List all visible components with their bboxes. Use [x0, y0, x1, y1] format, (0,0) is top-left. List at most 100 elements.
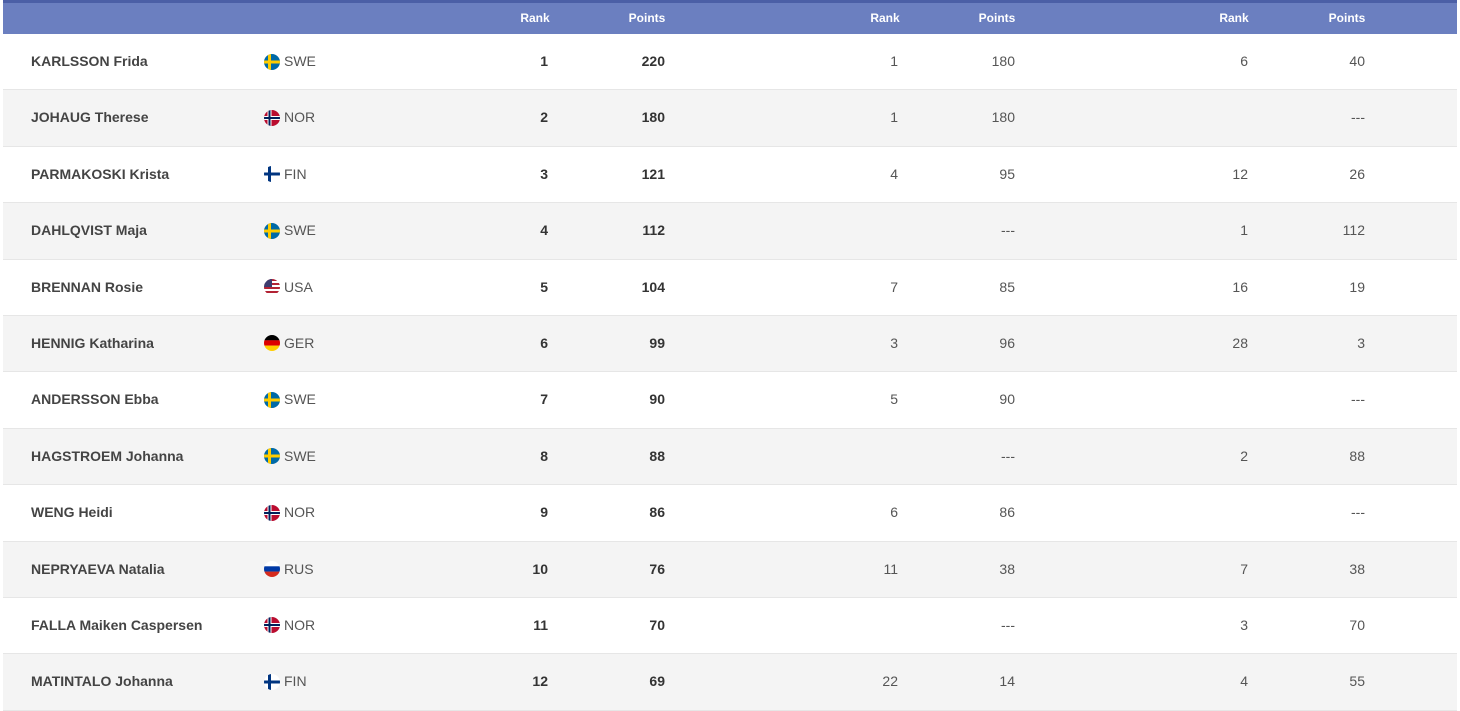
nation-code: RUS — [284, 560, 314, 577]
athlete-name[interactable]: FALLA Maiken Caspersen — [31, 598, 202, 653]
event2-rank: 28 — [1232, 334, 1248, 351]
athlete-name[interactable]: HENNIG Katharina — [31, 316, 154, 371]
table-row[interactable]: NEPRYAEVA Natalia RUS 10 76 11 38 7 38 — [3, 541, 1457, 598]
event1-rank: 1 — [890, 109, 898, 126]
event1-points: 90 — [999, 391, 1015, 408]
event2-rank: 1 — [1240, 222, 1248, 239]
event1-points: --- — [1001, 616, 1015, 633]
nation-code: SWE — [284, 447, 316, 464]
nation-code: NOR — [284, 616, 316, 633]
total-points: 220 — [641, 53, 665, 69]
event2-points: 19 — [1349, 278, 1365, 295]
flag-icon-nor — [264, 504, 280, 521]
nation-code: SWE — [284, 391, 316, 408]
event2-points: 40 — [1349, 53, 1365, 69]
total-points: 104 — [641, 278, 665, 295]
event1-rank: 7 — [890, 278, 898, 295]
event1-rank: 4 — [890, 165, 898, 182]
athlete-name[interactable]: ANDERSSON Ebba — [31, 372, 159, 427]
table-row[interactable]: MATINTALO Johanna FIN 12 69 22 14 4 55 — [3, 654, 1457, 711]
athlete-name[interactable]: PARMAKOSKI Krista — [31, 147, 169, 202]
standings-table: Rank Points Rank Points Rank Points KARL… — [3, 0, 1457, 711]
event2-points: --- — [1351, 109, 1365, 126]
athlete-name[interactable]: MATINTALO Johanna — [31, 654, 173, 709]
event2-rank: 6 — [1240, 53, 1248, 69]
nation-code: FIN — [284, 165, 307, 182]
table-row[interactable]: HAGSTROEM Johanna SWE 8 88 --- 2 88 — [3, 428, 1457, 486]
athlete-name[interactable]: KARLSSON Frida — [31, 34, 148, 89]
header-rank-event2[interactable]: Rank — [1194, 3, 1274, 34]
table-row[interactable]: DAHLQVIST Maja SWE 4 112 --- 1 112 — [3, 203, 1457, 260]
header-rank-event1[interactable]: Rank — [845, 3, 925, 34]
nation: NOR — [264, 90, 315, 145]
event1-rank: 6 — [890, 504, 898, 521]
total-rank: 2 — [540, 109, 548, 126]
athlete-name[interactable]: WENG Heidi — [31, 485, 113, 540]
event1-points: --- — [1001, 447, 1015, 464]
nation: SWE — [264, 34, 316, 89]
table-row[interactable]: JOHAUG Therese NOR 2 180 1 180 --- — [3, 90, 1457, 147]
flag-icon-nor — [264, 617, 280, 634]
total-rank: 5 — [540, 278, 548, 295]
total-points: 180 — [641, 109, 665, 126]
nation: SWE — [264, 429, 316, 484]
table-row[interactable]: FALLA Maiken Caspersen NOR 11 70 --- 3 7… — [3, 598, 1457, 655]
flag-icon-fin — [264, 166, 280, 183]
header-points-event2[interactable]: Points — [1307, 3, 1387, 34]
table-row[interactable]: BRENNAN Rosie USA 5 104 7 85 16 19 — [3, 260, 1457, 316]
table-row[interactable]: ANDERSSON Ebba SWE 7 90 5 90 --- — [3, 372, 1457, 429]
header-points-event1[interactable]: Points — [957, 3, 1037, 34]
athlete-name[interactable]: HAGSTROEM Johanna — [31, 429, 183, 484]
nation: SWE — [264, 203, 316, 258]
event2-points: 112 — [1342, 222, 1365, 239]
athlete-name[interactable]: BRENNAN Rosie — [31, 260, 143, 315]
nation-code: SWE — [284, 222, 316, 239]
table-row[interactable]: HENNIG Katharina GER 6 99 3 96 28 3 — [3, 315, 1457, 373]
header-points-total[interactable]: Points — [607, 3, 687, 34]
nation-code: NOR — [284, 504, 316, 521]
event2-points: 55 — [1349, 673, 1365, 690]
event2-rank: 2 — [1240, 447, 1248, 464]
header-rank-total[interactable]: Rank — [495, 3, 575, 34]
event1-rank: 3 — [890, 334, 898, 351]
total-rank: 11 — [533, 616, 548, 633]
event2-points: --- — [1351, 391, 1365, 408]
table-row[interactable]: WENG Heidi NOR 9 86 6 86 --- — [3, 485, 1457, 542]
event1-points: 95 — [999, 165, 1015, 182]
total-rank: 7 — [540, 391, 548, 408]
table-row[interactable]: KARLSSON Frida SWE 1 220 1 180 6 40 — [3, 34, 1457, 91]
nation: USA — [264, 260, 313, 315]
flag-icon-swe — [264, 448, 280, 465]
flag-icon-usa — [264, 279, 280, 296]
nation: FIN — [264, 147, 307, 202]
event2-rank: 12 — [1232, 165, 1248, 182]
event2-points: 38 — [1349, 560, 1365, 577]
event1-points: 180 — [991, 53, 1015, 69]
flag-icon-nor — [264, 109, 280, 126]
nation-code: NOR — [284, 109, 316, 126]
nation: GER — [264, 316, 314, 371]
event1-rank: 1 — [890, 53, 898, 69]
nation-code: SWE — [284, 53, 316, 69]
athlete-name[interactable]: NEPRYAEVA Natalia — [31, 542, 165, 597]
total-rank: 8 — [540, 447, 548, 464]
flag-icon-swe — [264, 222, 280, 239]
nation-code: GER — [284, 334, 315, 351]
total-rank: 1 — [540, 53, 548, 69]
athlete-name[interactable]: JOHAUG Therese — [31, 90, 148, 145]
total-rank: 10 — [532, 560, 548, 577]
total-rank: 3 — [540, 165, 548, 182]
nation: FIN — [264, 654, 307, 709]
flag-icon-swe — [264, 391, 280, 408]
total-points: 86 — [649, 504, 665, 521]
total-rank: 12 — [532, 673, 548, 690]
athlete-name[interactable]: DAHLQVIST Maja — [31, 203, 147, 258]
flag-icon-fin — [264, 673, 280, 690]
event2-points: 88 — [1349, 447, 1365, 464]
nation: NOR — [264, 485, 315, 540]
table-row[interactable]: PARMAKOSKI Krista FIN 3 121 4 95 12 26 — [3, 147, 1457, 204]
event2-rank: 3 — [1240, 616, 1248, 633]
nation-code: USA — [284, 278, 313, 295]
total-points: 69 — [649, 673, 665, 690]
total-rank: 6 — [540, 334, 548, 351]
